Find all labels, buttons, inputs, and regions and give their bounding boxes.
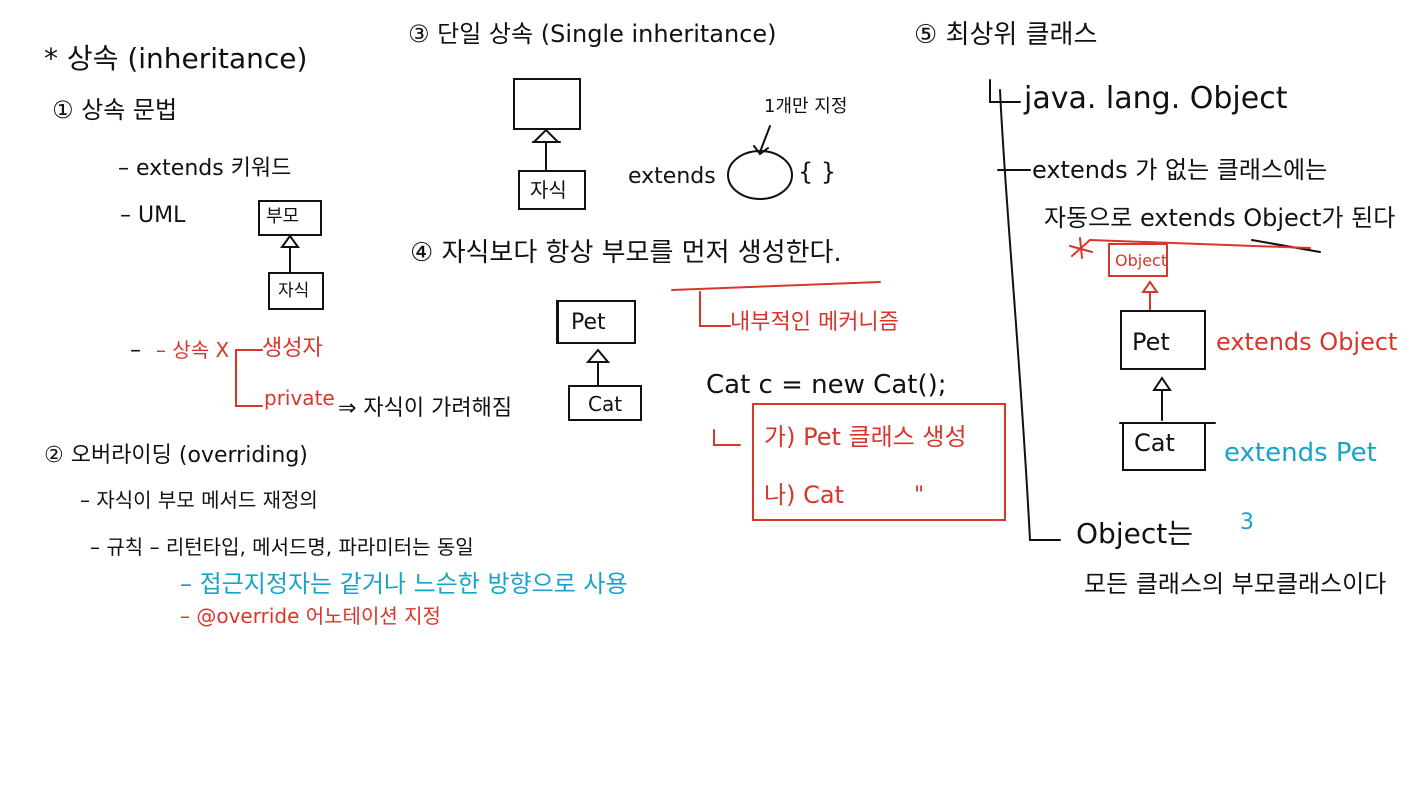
cat-extends-pet-text: extends Pet (1224, 438, 1377, 468)
single-child-box: 자식 (518, 170, 586, 210)
uml-child-label: 자식 (278, 281, 310, 301)
override-line-2: – 규칙 – 리턴타입, 메서드명, 파라미터는 동일 (90, 535, 474, 559)
single-parent-box (513, 78, 581, 130)
single-child-label: 자식 (530, 178, 567, 202)
object-box: Object (1108, 243, 1168, 277)
code-text: Cat c = new Cat(); (706, 370, 947, 400)
connector-lines (235, 79, 1321, 541)
single-extends-text: extends (628, 164, 716, 189)
main-title: * 상속 (inheritance) (44, 42, 308, 75)
java-lang-object-text: java. lang. Object (1024, 81, 1288, 116)
extends-keyword-text: – extends 키워드 (118, 156, 292, 181)
uml-parent-label: 부모 (266, 206, 300, 227)
section-2-heading: ② 오버라이딩 (overriding) (44, 443, 308, 468)
section-1-heading: ① 상속 문법 (52, 96, 178, 124)
hidden-text: ⇒ 자식이 가려해짐 (338, 396, 513, 421)
pet-box-s4: Pet (556, 300, 636, 344)
ditto-mark: " (914, 483, 925, 508)
step-b-text: 나) Cat (764, 481, 844, 509)
section-5-heading: ⑤ 최상위 클래스 (914, 20, 1098, 50)
all-parent-text: 모든 클래스의 부모클래스이다 (1084, 570, 1387, 598)
cat-box-s4: Cat (568, 385, 642, 421)
override-line-4: – @override 어노테이션 지정 (180, 604, 441, 628)
no-inherit-text: – 상속 X (156, 338, 230, 362)
override-line-3: – 접근지정자는 같거나 느슨한 방향으로 사용 (180, 570, 628, 598)
internal-mechanism-text: 내부적인 메커니즘 (730, 310, 899, 335)
section-3-heading: ③ 단일 상속 (Single inheritance) (408, 20, 777, 48)
pet-box-s5: Pet (1120, 310, 1206, 370)
cat-box-s5: Cat (1122, 423, 1206, 471)
object-box-label: Object (1115, 251, 1168, 270)
uml-parent-box: 부모 (258, 200, 322, 236)
only-one-text: 1개만 지정 (764, 96, 848, 117)
cat-label-s5: Cat (1134, 429, 1175, 457)
uml-child-box: 자식 (268, 272, 324, 310)
pet-label-s5: Pet (1132, 328, 1170, 356)
no-inherit-dash: – (130, 338, 141, 363)
constructor-text: 생성자 (262, 336, 323, 361)
pet-label-s4: Pet (571, 310, 606, 335)
private-text: private (264, 386, 335, 410)
uml-label: – UML (120, 203, 186, 228)
braces-text: { } (798, 158, 837, 186)
whiteboard: * 상속 (inheritance) ① 상속 문법 – extends 키워드… (0, 0, 1422, 800)
steps-box: 가) Pet 클래스 생성 나) Cat " (752, 403, 1006, 521)
number-three: 3 (1240, 510, 1254, 535)
cat-label-s4: Cat (588, 392, 623, 416)
pet-extends-object-text: extends Object (1216, 328, 1398, 356)
step-a-text: 가) Pet 클래스 생성 (764, 423, 967, 451)
auto-extends-text: 자동으로 extends Object가 된다 (1044, 204, 1396, 232)
no-extends-text: extends 가 없는 클래스에는 (1032, 156, 1328, 184)
override-line-1: – 자식이 부모 메서드 재정의 (80, 488, 318, 512)
section-4-heading: ④ 자식보다 항상 부모를 먼저 생성한다. (410, 238, 842, 268)
object-is-text: Object는 (1076, 517, 1193, 550)
